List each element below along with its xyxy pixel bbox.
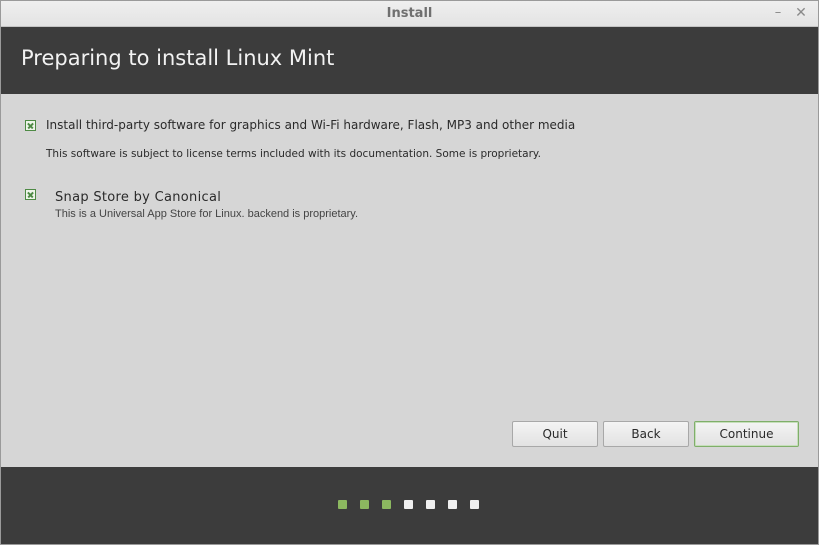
- installer-window: Install – ✕ Preparing to install Linux M…: [0, 0, 819, 545]
- snap-store-checkbox[interactable]: [25, 189, 36, 200]
- window-title: Install: [386, 6, 433, 21]
- progress-step-dot: [448, 500, 457, 509]
- back-button[interactable]: Back: [603, 421, 689, 447]
- minimize-icon[interactable]: –: [769, 4, 787, 22]
- third-party-checkbox[interactable]: [25, 120, 36, 131]
- progress-step-dot: [426, 500, 435, 509]
- content-area: Install third-party software for graphic…: [1, 94, 818, 467]
- third-party-label[interactable]: Install third-party software for graphic…: [46, 118, 575, 132]
- progress-step-dot: [382, 500, 391, 509]
- page-title: Preparing to install Linux Mint: [21, 46, 335, 70]
- snap-store-note: This is a Universal App Store for Linux.…: [55, 208, 359, 220]
- progress-footer: [1, 467, 818, 544]
- continue-button[interactable]: Continue: [694, 421, 799, 447]
- progress-step-dot: [360, 500, 369, 509]
- progress-step-dot: [338, 500, 347, 509]
- close-icon[interactable]: ✕: [792, 4, 810, 22]
- quit-button[interactable]: Quit: [512, 421, 598, 447]
- progress-step-dot: [470, 500, 479, 509]
- page-header: Preparing to install Linux Mint: [1, 27, 818, 94]
- title-bar[interactable]: Install – ✕: [1, 1, 818, 27]
- progress-step-dot: [404, 500, 413, 509]
- snap-store-label[interactable]: Snap Store by Canonical: [55, 190, 221, 205]
- third-party-note: This software is subject to license term…: [46, 148, 541, 160]
